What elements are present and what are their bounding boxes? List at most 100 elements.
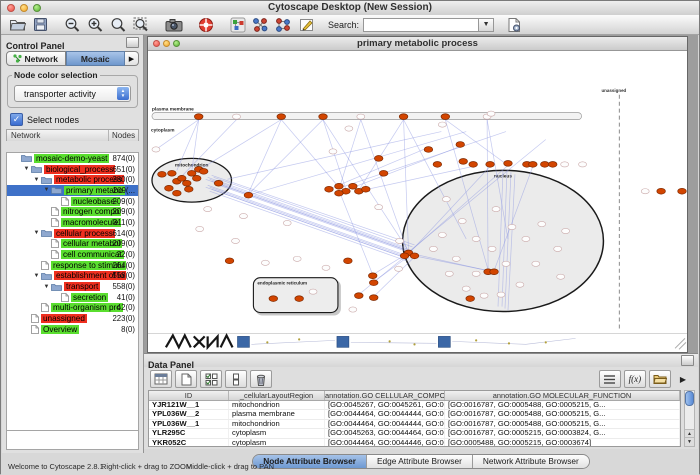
network-node[interactable]	[357, 114, 365, 119]
network-node-selected[interactable]	[374, 156, 383, 162]
network-node[interactable]	[322, 265, 330, 270]
tree-row[interactable]: ▼metabolic process280(0)	[7, 174, 138, 185]
zoom-actual-button[interactable]	[108, 16, 129, 33]
table-row[interactable]: YPL036W__1mitochondrion[GO:0044464, GO:0…	[149, 420, 680, 429]
scroll-down-icon[interactable]: ▼	[685, 437, 694, 446]
network-view-titlebar[interactable]: primary metabolic process	[148, 37, 687, 51]
network-node-selected[interactable]	[369, 280, 378, 286]
tab-mosaic[interactable]: Mosaic	[66, 51, 126, 66]
network-node-selected[interactable]	[165, 185, 174, 191]
tree-row[interactable]: multi-organism pro42(0)	[7, 303, 138, 314]
network-node[interactable]	[429, 246, 437, 251]
network-node-selected[interactable]	[295, 296, 304, 302]
table-row[interactable]: YLR295Ccytoplasm[GO:0045263, GO:0044464,…	[149, 429, 680, 438]
network-edge[interactable]	[248, 120, 323, 195]
data-panel-overflow-button[interactable]: ▶	[674, 374, 692, 385]
network-node-selected[interactable]	[657, 188, 666, 194]
network-node[interactable]	[458, 218, 466, 223]
col-cellular-component[interactable]: annotation.GO CELLULAR_COMPONENT	[325, 391, 445, 400]
network-node[interactable]	[579, 162, 587, 167]
attribute-select-button[interactable]	[150, 370, 172, 388]
network-node[interactable]	[452, 256, 460, 261]
network-node-selected[interactable]	[459, 158, 468, 164]
tree-row[interactable]: ▼cellular process614(0)	[7, 228, 138, 239]
tree-row[interactable]: secretion41(0)	[7, 292, 138, 303]
expand-arrow-icon[interactable]: ▼	[32, 230, 41, 236]
tree-row[interactable]: macromolecule311(0)	[7, 217, 138, 228]
tree-row[interactable]: response to stimulu264(0)	[7, 260, 138, 271]
view-close-button[interactable]	[153, 40, 160, 47]
network-edge[interactable]	[248, 120, 281, 194]
tabs-overflow-button[interactable]: ▶	[125, 51, 139, 66]
network-node[interactable]	[152, 147, 160, 152]
zoom-in-button[interactable]	[85, 16, 106, 33]
network-node-selected[interactable]	[469, 161, 478, 167]
zoom-fit-button[interactable]	[131, 16, 152, 33]
network-node[interactable]	[261, 260, 269, 265]
network-node-selected[interactable]	[349, 183, 358, 189]
network-edge[interactable]	[208, 185, 405, 255]
maximize-button[interactable]	[33, 4, 41, 12]
tree-row[interactable]: ▼biological_process651(0)	[7, 164, 138, 175]
network-node-selected[interactable]	[399, 114, 408, 120]
scrollbar-thumb[interactable]	[685, 391, 694, 406]
network-node-selected[interactable]	[319, 114, 328, 120]
table-row[interactable]: YKR052Ccytoplasm[GO:0044464, GO:0044446,…	[149, 439, 680, 447]
snapshot-button[interactable]	[163, 16, 184, 33]
network-node[interactable]	[480, 293, 488, 298]
col-molecular-function[interactable]: annotation.GO MOLECULAR_FUNCTION	[445, 391, 680, 400]
network-node[interactable]	[488, 246, 496, 251]
network-edge[interactable]	[210, 179, 407, 249]
network-node-selected[interactable]	[183, 180, 192, 186]
birds-eye-view[interactable]	[6, 430, 139, 450]
expand-arrow-icon[interactable]: ▼	[42, 187, 51, 193]
network-node[interactable]	[538, 221, 546, 226]
network-node-selected[interactable]	[325, 186, 334, 192]
network-node-selected[interactable]	[433, 161, 442, 167]
network-node[interactable]	[557, 274, 565, 279]
annotation-button[interactable]	[296, 16, 317, 33]
import-attributes-button[interactable]	[649, 370, 671, 388]
col-id[interactable]: ID	[149, 391, 229, 400]
table-row[interactable]: YPL036W__2plasma membrane[GO:0044464, GO…	[149, 410, 680, 419]
tree-row[interactable]: ▼establishment of lo558(0)	[7, 271, 138, 282]
tree-row[interactable]: ▼primary metabo209(...	[7, 185, 138, 196]
network-node-selected[interactable]	[344, 258, 353, 264]
view-minimize-button[interactable]	[163, 40, 170, 47]
network-node[interactable]	[502, 261, 510, 266]
network-node-selected[interactable]	[199, 168, 208, 174]
float-data-panel-icon[interactable]	[681, 355, 694, 366]
layout-b-button[interactable]	[273, 16, 294, 33]
network-node-selected[interactable]	[410, 253, 419, 259]
network-node-selected[interactable]	[335, 190, 344, 196]
col-region[interactable]: _cellularLayoutRegion	[229, 391, 325, 400]
network-node[interactable]	[497, 292, 505, 297]
network-edge[interactable]	[206, 187, 403, 257]
network-node[interactable]	[492, 207, 500, 212]
network-node[interactable]	[508, 224, 516, 229]
network-node-selected[interactable]	[184, 186, 193, 192]
network-node-selected[interactable]	[158, 171, 167, 177]
network-node[interactable]	[233, 114, 241, 119]
tree-row[interactable]: Overview8(0)	[7, 324, 138, 335]
network-node-selected[interactable]	[540, 161, 549, 167]
expand-arrow-icon[interactable]: ▼	[32, 177, 41, 183]
network-node[interactable]	[204, 207, 212, 212]
network-node-selected[interactable]	[368, 273, 377, 279]
network-node[interactable]	[472, 271, 480, 276]
network-edge[interactable]	[214, 177, 413, 247]
network-node-selected[interactable]	[678, 188, 687, 194]
delete-attribute-button[interactable]	[250, 370, 272, 388]
network-node[interactable]	[232, 238, 240, 243]
tree-row[interactable]: cellular metabol209(0)	[7, 239, 138, 250]
network-node-selected[interactable]	[369, 295, 378, 301]
network-edge[interactable]	[197, 120, 282, 172]
search-config-button[interactable]	[504, 16, 525, 33]
tab-network[interactable]: Network	[6, 51, 66, 66]
network-node-selected[interactable]	[361, 186, 370, 192]
network-node-selected[interactable]	[194, 114, 203, 120]
network-node[interactable]	[532, 261, 540, 266]
float-panel-icon[interactable]	[126, 37, 139, 48]
network-node-selected[interactable]	[400, 253, 409, 259]
save-session-button[interactable]	[30, 16, 51, 33]
